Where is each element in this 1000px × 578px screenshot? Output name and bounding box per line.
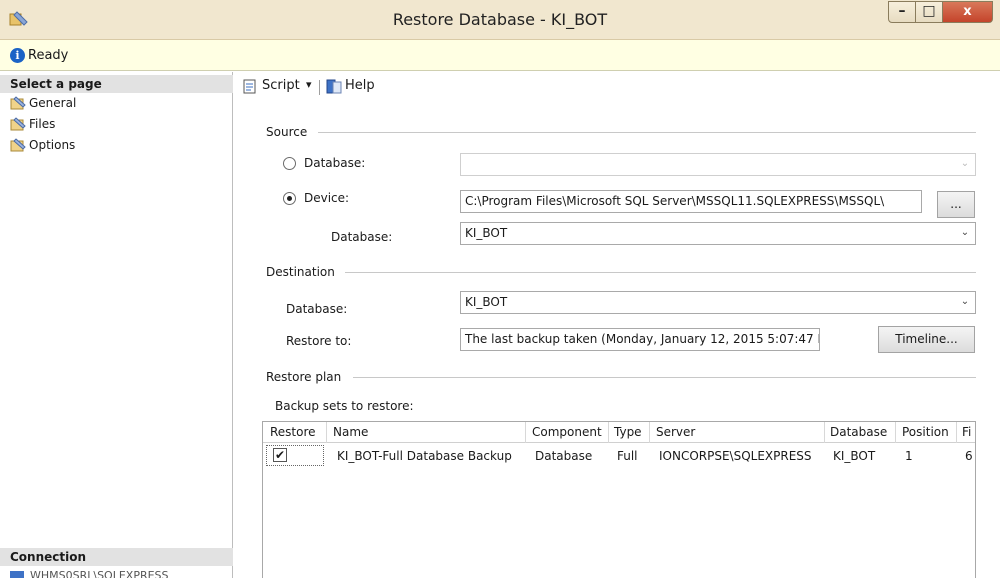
column-header-database[interactable]: Database [830,425,887,439]
connection-item[interactable]: WHMS0SRL\SQLEXPRESS [10,569,169,578]
device-path-field[interactable]: C:\Program Files\Microsoft SQL Server\MS… [460,190,922,213]
destination-database-value: KI_BOT [465,295,508,309]
database-radio-label: Database: [304,156,366,170]
column-header-restore[interactable]: Restore [270,425,316,439]
column-header-type[interactable]: Type [614,425,642,439]
info-icon: i [10,48,25,63]
source-db-combo[interactable]: KI_BOT [460,222,976,245]
connection-label: WHMS0SRL\SQLEXPRESS [30,569,169,578]
column-header-component[interactable]: Component [532,425,602,439]
restore-plan-group-divider [353,377,976,378]
maximize-button[interactable]: □ [916,1,943,23]
column-divider[interactable] [824,422,825,443]
server-icon [10,571,24,578]
toolbar-separator [319,80,320,95]
column-divider[interactable] [608,422,609,443]
status-bar: i Ready [0,40,1000,71]
page-icon [10,117,26,131]
device-radio[interactable] [283,192,296,205]
destination-group-header: Destination [266,265,335,279]
database-radio[interactable] [283,157,296,170]
column-header-first-lsn[interactable]: Fi [962,425,971,439]
help-label: Help [345,78,375,93]
script-icon [243,79,256,94]
cell-component: Database [535,449,593,463]
destination-group-divider [345,272,976,273]
timeline-button[interactable]: Timeline... [878,326,975,353]
column-header-server[interactable]: Server [656,425,695,439]
page-selector-panel: Select a page General Files Options Conn… [0,72,233,578]
restore-to-value: The last backup taken (Monday, January 1… [465,332,820,346]
backup-sets-grid[interactable]: Restore Name Component Type Server Datab… [262,421,976,578]
device-path-value: C:\Program Files\Microsoft SQL Server\MS… [465,194,885,208]
grid-header: Restore Name Component Type Server Datab… [263,422,975,443]
column-divider[interactable] [895,422,896,443]
chevron-down-icon[interactable]: ⌄ [959,227,971,241]
cell-position: 1 [905,449,913,463]
cell-type: Full [617,449,638,463]
destination-database-combo[interactable]: KI_BOT [460,291,976,314]
help-icon [326,79,342,94]
script-label: Script [262,78,300,93]
source-database-combo[interactable] [460,153,976,176]
page-item-label: Files [29,117,56,131]
page-icon [10,138,26,152]
column-divider[interactable] [956,422,957,443]
connection-header: Connection [0,548,233,566]
column-header-name[interactable]: Name [333,425,368,439]
window-title: Restore Database - KI_BOT [392,10,608,29]
cell-server: IONCORPSE\SQLEXPRESS [659,449,812,463]
restore-to-label: Restore to: [286,334,352,348]
chevron-down-icon: ⌄ [960,158,970,169]
chevron-down-icon[interactable]: ▾ [306,78,312,91]
column-divider[interactable] [525,422,526,443]
restore-to-field[interactable]: The last backup taken (Monday, January 1… [460,328,820,351]
title-bar: Restore Database - KI_BOT – □ x [0,0,1000,40]
minimize-icon: – [898,3,906,19]
restore-plan-group-header: Restore plan [266,370,342,384]
minimize-button[interactable]: – [888,1,916,23]
restore-checkbox[interactable]: ✔ [273,448,287,462]
source-db-label: Database: [331,230,393,244]
page-item-label: Options [29,138,76,152]
column-divider[interactable] [649,422,650,443]
page-item-label: General [29,96,77,110]
backup-sets-label: Backup sets to restore: [275,399,414,413]
chevron-down-icon[interactable]: ⌄ [959,296,971,310]
cell-database: KI_BOT [833,449,876,463]
page-icon [10,96,26,110]
column-divider[interactable] [326,422,327,443]
browse-device-button[interactable]: ... [937,191,975,218]
maximize-icon: □ [922,3,936,19]
select-page-header: Select a page [0,75,233,93]
source-group-divider [318,132,976,133]
cell-name: KI_BOT-Full Database Backup [337,449,512,463]
close-button[interactable]: x [943,1,993,23]
column-header-position[interactable]: Position [902,425,949,439]
destination-database-label: Database: [286,302,348,316]
status-text: Ready [28,48,69,63]
source-db-value: KI_BOT [465,226,508,240]
cell-first-lsn: 6 [965,449,973,463]
source-group-header: Source [266,125,308,139]
close-icon: x [963,4,972,19]
device-radio-label: Device: [304,191,350,205]
